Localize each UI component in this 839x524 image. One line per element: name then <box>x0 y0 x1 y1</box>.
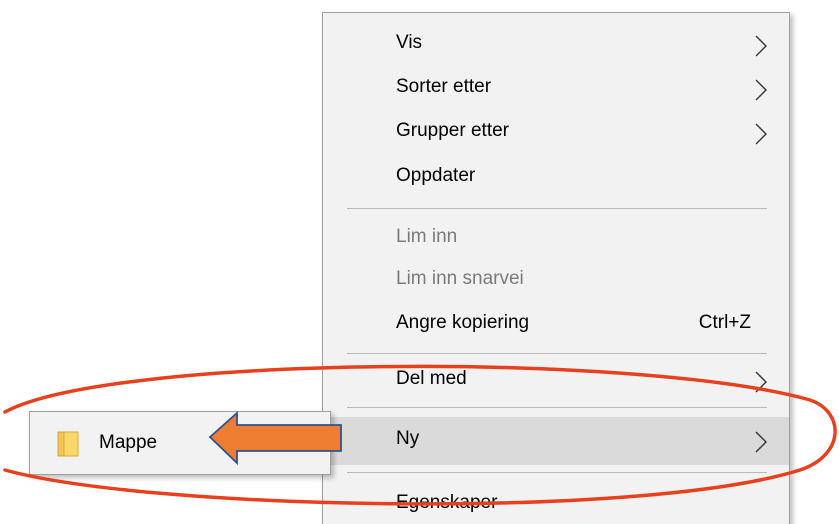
menu-item-label: Del med <box>396 368 467 389</box>
chevron-right-icon <box>755 371 767 393</box>
menu-item-oppdater[interactable]: Oppdater <box>323 156 789 200</box>
menu-item-lim-inn-snarvei: Lim inn snarvei <box>323 259 789 303</box>
menu-item-angre-kopiering[interactable]: Angre kopiering Ctrl+Z <box>323 303 789 347</box>
desktop-context-menu: Vis Sorter etter Grupper etter Oppdater … <box>322 12 790 524</box>
menu-item-label: Lim inn snarvei <box>396 268 524 289</box>
menu-separator <box>347 472 767 473</box>
menu-item-label: Grupper etter <box>396 120 509 141</box>
menu-separator <box>347 208 767 209</box>
menu-item-label: Sorter etter <box>396 76 492 97</box>
menu-item-vis[interactable]: Vis <box>323 23 789 67</box>
menu-item-grupper-etter[interactable]: Grupper etter <box>323 111 789 155</box>
submenu-item-label: Mappe <box>99 432 158 453</box>
chevron-right-icon <box>755 123 767 145</box>
desktop-stage: Vis Sorter etter Grupper etter Oppdater … <box>0 0 839 524</box>
menu-item-label: Lim inn <box>396 226 458 247</box>
menu-item-label: Egenskaper <box>396 492 498 513</box>
menu-item-ny[interactable]: Ny <box>323 417 789 465</box>
menu-item-label: Angre kopiering <box>396 312 530 333</box>
menu-item-label: Oppdater <box>396 165 476 186</box>
chevron-right-icon <box>755 35 767 57</box>
menu-item-sorter-etter[interactable]: Sorter etter <box>323 67 789 111</box>
menu-item-egenskaper[interactable]: Egenskaper <box>323 483 789 524</box>
menu-item-lim-inn: Lim inn <box>323 217 789 261</box>
chevron-right-icon <box>755 431 767 453</box>
menu-item-shortcut: Ctrl+Z <box>698 312 751 333</box>
chevron-right-icon <box>755 79 767 101</box>
menu-item-label: Vis <box>396 32 423 53</box>
menu-item-del-med[interactable]: Del med <box>323 359 789 403</box>
submenu-item-mappe[interactable]: Mappe <box>32 414 328 472</box>
menu-item-label: Ny <box>396 428 420 449</box>
folder-icon <box>57 431 79 457</box>
menu-separator <box>347 407 767 408</box>
menu-separator <box>347 353 767 354</box>
new-submenu: Mappe <box>29 411 331 475</box>
